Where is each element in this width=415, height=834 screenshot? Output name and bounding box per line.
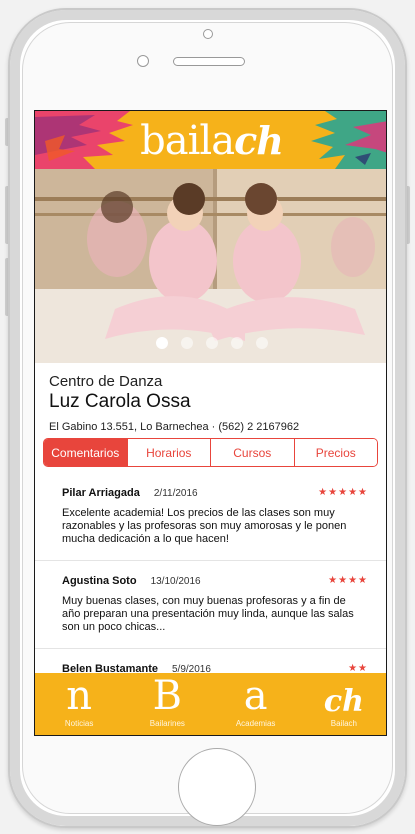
star-rating: ★★★★ [328, 575, 368, 586]
carousel-dot[interactable] [155, 337, 168, 349]
logo-text: baila [140, 118, 235, 164]
comment-text: Excelente academia! Los precios de las c… [62, 507, 347, 545]
comment-author: Pilar Arriagada [62, 487, 140, 499]
nav-academias[interactable]: a Academias [212, 673, 300, 735]
comment-date: 2/11/2016 [153, 488, 198, 499]
nav-bailarines[interactable]: B Bailarines [123, 673, 211, 735]
carousel-dot[interactable] [180, 337, 193, 349]
comment-author: Agustina Soto [62, 575, 137, 587]
device-mockup: bailach Centro de Danza Luz Carola Ossa … [0, 0, 415, 834]
star-rating: ★★★★★ [318, 487, 368, 498]
comment-date: 5/9/2016 [171, 664, 211, 673]
comment-item: Agustina Soto 13/10/2016 ★★★★ Muy buenas… [35, 561, 386, 649]
bailarines-icon: B [152, 673, 183, 719]
star-rating: ★★ [348, 663, 368, 673]
comment-item: Pilar Arriagada 2/11/2016 ★★★★★ Excelent… [35, 473, 386, 561]
carousel-dot[interactable] [205, 337, 218, 349]
bailach-icon: ch [323, 684, 364, 719]
nav-label: Noticias [64, 719, 94, 728]
academias-icon: a [243, 673, 268, 719]
comment-item: Belen Bustamante 5/9/2016 ★★ [35, 649, 386, 673]
comment-date: 13/10/2016 [150, 576, 201, 587]
academy-subtitle: Centro de Danza [49, 373, 163, 390]
hero-photo [35, 169, 386, 363]
nav-label: Academias [235, 719, 276, 728]
comment-author: Belen Bustamante [62, 663, 158, 673]
academy-address: El Gabino 13.551, Lo Barnechea · (562) 2… [49, 421, 300, 433]
bottom-navigation: n Noticias B Bailarines a Academias ch B… [35, 673, 386, 735]
tab-horarios[interactable]: Horarios [126, 439, 210, 466]
nav-noticias[interactable]: n Noticias [35, 673, 123, 735]
nav-label: Bailarines [149, 719, 185, 728]
app-logo[interactable]: bailach [35, 118, 386, 164]
nav-bailach[interactable]: ch Bailach [300, 673, 386, 735]
app-header: bailach [35, 111, 386, 169]
comments-list[interactable]: Pilar Arriagada 2/11/2016 ★★★★★ Excelent… [35, 473, 386, 673]
tab-cursos[interactable]: Cursos [210, 439, 294, 466]
hero-carousel[interactable] [35, 169, 386, 363]
home-button[interactable] [178, 748, 256, 826]
academy-name: Luz Carola Ossa [49, 391, 191, 412]
carousel-dot[interactable] [255, 337, 268, 349]
carousel-indicator[interactable] [35, 337, 386, 349]
tab-comentarios[interactable]: Comentarios [44, 439, 127, 466]
carousel-dot[interactable] [230, 337, 243, 349]
tab-precios[interactable]: Precios [293, 439, 377, 466]
segment-tabs: Comentarios Horarios Cursos Precios [43, 438, 378, 467]
front-camera [137, 55, 149, 67]
noticias-icon: n [66, 673, 92, 719]
top-camera [203, 29, 213, 39]
earpiece-speaker [173, 57, 245, 66]
academy-info: Centro de Danza Luz Carola Ossa El Gabin… [49, 373, 376, 433]
nav-label: Bailach [330, 719, 357, 728]
comment-text: Muy buenas clases, con muy buenas profes… [62, 595, 354, 633]
logo-mark: ch [234, 118, 284, 163]
app-screen: bailach Centro de Danza Luz Carola Ossa … [34, 110, 387, 736]
